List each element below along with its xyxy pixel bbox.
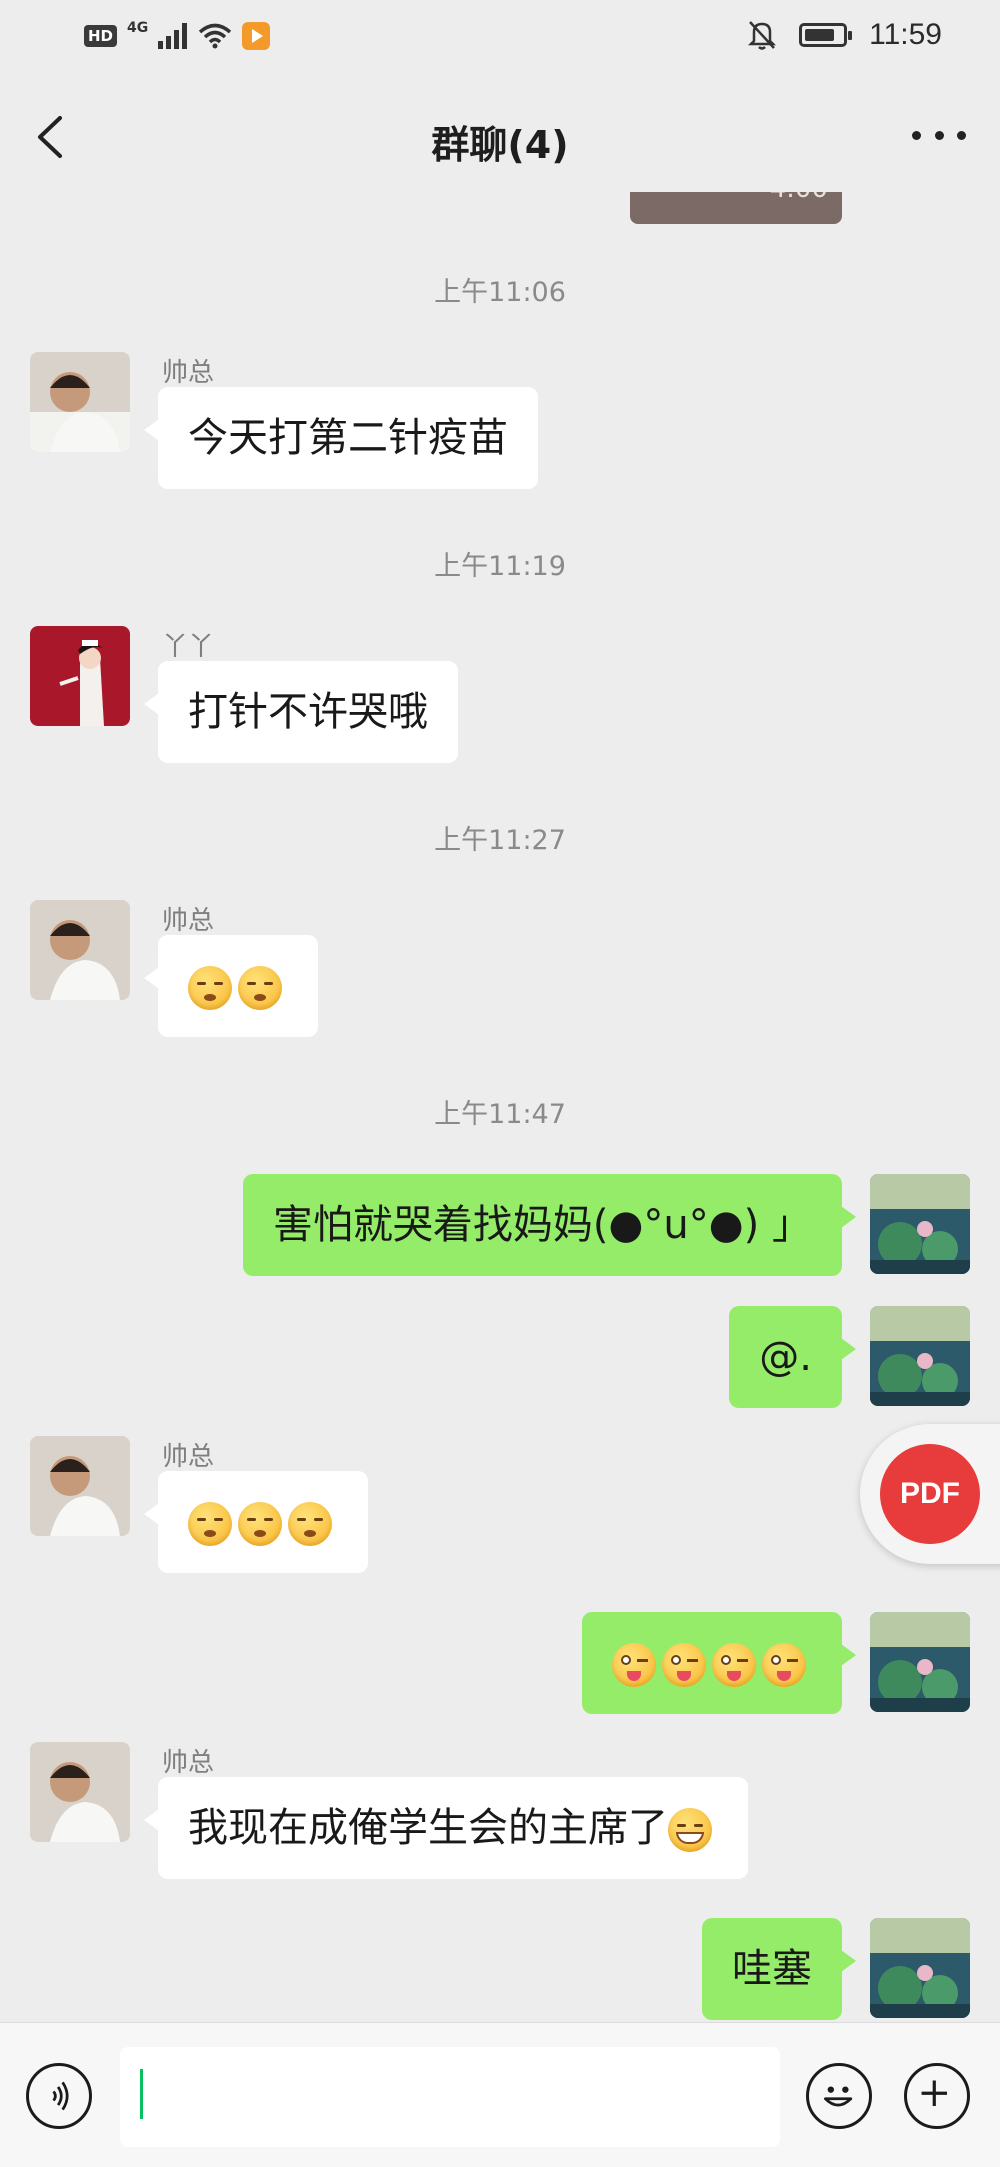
video-duration: 4:00	[770, 192, 828, 204]
shush-emoji-icon	[188, 1502, 232, 1546]
shush-emoji-icon	[238, 1502, 282, 1546]
more-options-icon[interactable]	[912, 120, 966, 150]
message-input[interactable]	[120, 2047, 780, 2147]
avatar[interactable]	[870, 1918, 970, 2018]
avatar[interactable]	[30, 626, 130, 726]
signal-icon	[158, 23, 188, 49]
message-bubble[interactable]: 哇塞	[702, 1918, 856, 2020]
wifi-icon	[199, 23, 232, 49]
hd-badge: HD	[84, 25, 118, 47]
sender-name: 丫丫	[162, 632, 215, 662]
message-bubble[interactable]: @.	[729, 1306, 856, 1408]
wink-tongue-emoji-icon	[762, 1643, 806, 1687]
network-type: 4G	[127, 20, 149, 36]
grin-emoji-icon	[668, 1808, 712, 1852]
message-bubble[interactable]: 害怕就哭着找妈妈(●°u°●) 」	[242, 1174, 857, 1276]
avatar[interactable]	[30, 352, 130, 452]
emoji-picker-icon[interactable]	[806, 2063, 872, 2129]
wink-tongue-emoji-icon	[662, 1643, 706, 1687]
timestamp: 上午11:27	[434, 825, 566, 856]
message-list[interactable]: 4:00 上午11:06 帅总 今天打第二针疫苗 上午11:19 丫丫 打针不许…	[0, 192, 1000, 2022]
mute-bell-icon	[748, 21, 777, 50]
status-time: 11:59	[869, 18, 942, 51]
emoji-bubble[interactable]	[144, 1471, 368, 1573]
video-app-icon	[242, 22, 271, 50]
message-text: 我现在成俺学生会的主席了	[188, 1805, 668, 1851]
video-message-thumbnail[interactable]: 4:00	[630, 192, 842, 224]
wink-tongue-emoji-icon	[612, 1643, 656, 1687]
message-bubble[interactable]: 打针不许哭哦	[144, 661, 458, 763]
sender-name: 帅总	[162, 358, 215, 388]
sender-name: 帅总	[162, 1442, 215, 1472]
pdf-float-panel: PDF	[860, 1424, 1000, 1564]
status-bar: HD 4G 11:59	[0, 0, 1000, 78]
emoji-bubble[interactable]	[144, 935, 318, 1037]
shush-emoji-icon	[288, 1502, 332, 1546]
avatar[interactable]	[30, 1742, 130, 1842]
avatar[interactable]	[30, 1436, 130, 1536]
timestamp: 上午11:19	[434, 551, 566, 582]
avatar[interactable]	[30, 900, 130, 1000]
message-bubble[interactable]: 今天打第二针疫苗	[144, 387, 538, 489]
chat-title: 群聊(4)	[431, 123, 569, 167]
avatar[interactable]	[870, 1174, 970, 1274]
sender-name: 帅总	[162, 1748, 215, 1778]
text-caret	[140, 2069, 143, 2119]
sender-name: 帅总	[162, 906, 215, 936]
timestamp: 上午11:47	[434, 1099, 566, 1130]
shush-emoji-icon	[238, 966, 282, 1010]
timestamp: 上午11:06	[434, 277, 566, 308]
emoji-bubble[interactable]	[582, 1612, 856, 1714]
message-bubble[interactable]: 我现在成俺学生会的主席了	[144, 1777, 748, 1879]
wink-tongue-emoji-icon	[712, 1643, 756, 1687]
input-bar	[0, 2022, 1000, 2167]
voice-icon[interactable]	[26, 2063, 92, 2129]
shush-emoji-icon	[188, 966, 232, 1010]
avatar[interactable]	[870, 1306, 970, 1406]
chat-header: 群聊(4)	[0, 88, 1000, 192]
battery-icon	[799, 23, 853, 47]
more-functions-plus-icon[interactable]	[904, 2063, 970, 2129]
pdf-button[interactable]: PDF	[880, 1444, 980, 1544]
avatar[interactable]	[870, 1612, 970, 1712]
